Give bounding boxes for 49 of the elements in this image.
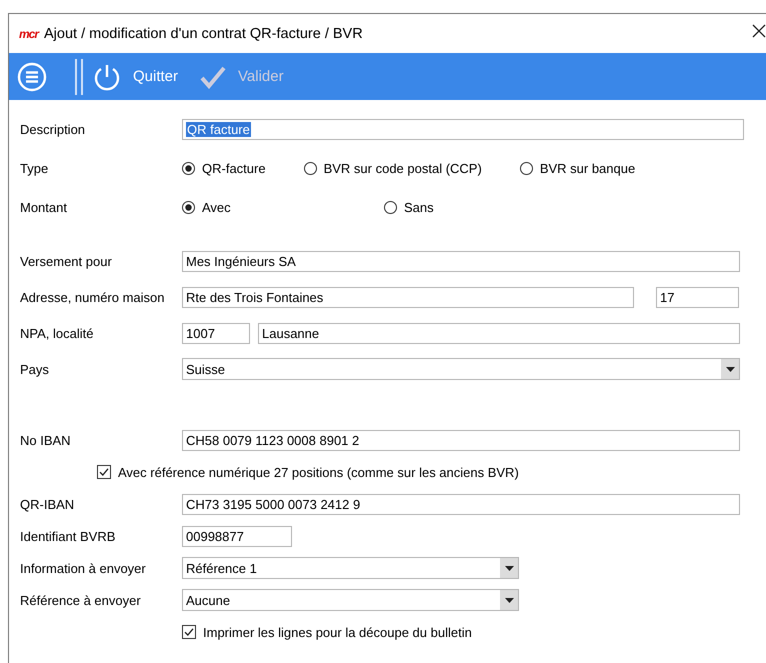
radio-button[interactable] <box>182 162 195 175</box>
field-label: Pays <box>20 362 50 376</box>
toolbar-separator <box>75 58 83 94</box>
checkbox-label: Avec référence numérique 27 positions (comme sur les anciens BVR) <box>118 464 519 480</box>
radio-label: BVR sur code postal (CCP) <box>324 161 482 176</box>
checkbox[interactable] <box>97 465 111 479</box>
close-icon[interactable] <box>752 24 766 38</box>
radio-button[interactable] <box>520 162 533 175</box>
field-label: No IBAN <box>20 432 72 448</box>
field-label: Montant <box>20 200 68 215</box>
field-label: Référence à envoyer <box>20 592 142 608</box>
radio-button[interactable] <box>304 162 317 175</box>
text-field[interactable]: Mes Ingénieurs SA <box>182 250 740 272</box>
radio-button[interactable] <box>182 201 195 214</box>
checkbox-label: Imprimer les lignes pour la découpe du bulletin <box>203 624 472 640</box>
radio-label: Avec <box>202 200 231 215</box>
menu-icon <box>17 62 47 92</box>
radio-label: Sans <box>404 200 434 215</box>
toolbar-button[interactable]: Quitter <box>93 62 178 92</box>
dropdown[interactable]: Référence 1 <box>182 557 519 579</box>
field-label: Identifiant BVRB <box>20 528 116 544</box>
field-label: Adresse, numéro maison <box>20 290 166 304</box>
text-field[interactable]: 00998877 <box>182 526 292 546</box>
caret-icon <box>504 566 514 570</box>
caret-icon <box>726 366 734 372</box>
radio-label: QR-facture <box>202 161 266 176</box>
checkbox[interactable] <box>182 625 196 639</box>
dropdown[interactable]: Aucune <box>182 589 519 611</box>
field-label: Type <box>20 161 50 176</box>
field-label: NPA, localité <box>20 326 94 340</box>
menu-button[interactable] <box>17 62 47 92</box>
text-field[interactable]: QR facture <box>182 119 744 140</box>
text-field[interactable]: 17 <box>656 286 739 308</box>
checkmark-icon <box>200 64 226 88</box>
text-field[interactable]: Rte des Trois Fontaines <box>182 286 634 308</box>
field-label: Versement pour <box>20 254 113 268</box>
text-field[interactable]: CH58 0079 1123 0008 8901 2 <box>182 430 740 450</box>
app-logo: mcr <box>19 26 38 40</box>
text-field[interactable]: Lausanne <box>258 322 740 344</box>
caret-icon <box>504 598 514 602</box>
radio-label: BVR sur banque <box>540 161 636 176</box>
text-field[interactable]: 1007 <box>182 322 250 344</box>
dropdown[interactable]: Suisse <box>182 358 740 380</box>
field-label: QR-IBAN <box>20 496 76 512</box>
radio-button[interactable] <box>384 201 397 214</box>
text-field[interactable]: CH73 3195 5000 0073 2412 9 <box>182 494 740 514</box>
field-label: Description <box>20 122 86 137</box>
window-title: Ajout / modification d'un contrat QR-facture / BVR <box>44 26 363 42</box>
field-label: Information à envoyer <box>20 560 147 576</box>
